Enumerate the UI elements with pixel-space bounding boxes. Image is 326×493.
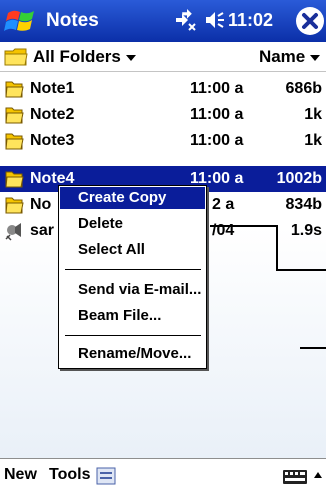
connectivity-icon[interactable] — [173, 8, 199, 32]
file-size: 834b — [285, 196, 322, 213]
folder-dropdown[interactable]: All Folders — [33, 47, 136, 67]
note-file-icon — [5, 133, 24, 150]
file-name: Note3 — [30, 132, 75, 149]
menu-item-delete[interactable]: Delete — [60, 213, 205, 235]
note-file-icon — [5, 197, 24, 214]
windows-start-icon[interactable] — [4, 5, 38, 37]
sort-dropdown[interactable]: Name — [259, 47, 320, 67]
file-time: 2 a — [212, 196, 235, 213]
command-bar: New Tools — [0, 458, 326, 493]
file-name: No — [30, 196, 52, 213]
new-menu[interactable]: New — [4, 466, 37, 484]
volume-icon[interactable] — [203, 9, 225, 31]
file-size: 686b — [285, 80, 322, 97]
menu-item-send-email[interactable]: Send via E-mail... — [60, 279, 205, 301]
folder-bar: All Folders Name — [0, 42, 326, 72]
menu-item-select-all[interactable]: Select All — [60, 239, 205, 261]
context-menu: Create Copy Delete Select All Send via E… — [58, 185, 207, 369]
list-item[interactable]: Note3 11:00 a 1k — [0, 128, 326, 154]
recording-toolbar-icon[interactable] — [96, 467, 116, 485]
keyboard-icon[interactable] — [282, 469, 308, 485]
list-item[interactable]: Note2 11:00 a 1k — [0, 102, 326, 128]
chevron-down-icon — [310, 55, 320, 61]
note-file-icon — [5, 107, 24, 124]
file-name: Note2 — [30, 106, 75, 123]
notes-app-screen: Notes 11:02 All Folders Name Note1 11:00… — [0, 0, 326, 493]
file-size: 1.9s — [290, 222, 322, 239]
file-size: 1002b — [276, 170, 322, 187]
close-button[interactable] — [296, 7, 324, 35]
close-icon — [297, 8, 323, 34]
callout-line — [210, 225, 278, 227]
note-file-icon — [5, 81, 24, 98]
clock[interactable]: 11:02 — [228, 10, 273, 31]
file-time: 11:00 a — [190, 80, 244, 97]
app-title: Notes — [46, 10, 99, 31]
menu-item-beam-file[interactable]: Beam File... — [60, 305, 205, 327]
note-file-icon — [5, 171, 24, 188]
file-size: 1k — [304, 106, 322, 123]
file-time: 11:00 a — [190, 106, 244, 123]
file-name: sar — [30, 222, 55, 239]
sound-file-icon — [5, 223, 21, 241]
menu-item-rename-move[interactable]: Rename/Move... — [60, 343, 205, 365]
callout-line — [300, 347, 326, 349]
menu-separator — [65, 335, 201, 336]
callout-line — [276, 225, 278, 271]
callout-line — [276, 269, 326, 271]
chevron-up-icon[interactable] — [313, 467, 323, 485]
file-size: 1k — [304, 132, 322, 149]
file-time: 11:00 a — [190, 132, 244, 149]
menu-separator — [65, 269, 201, 270]
chevron-down-icon — [125, 55, 136, 61]
list-item[interactable]: Note1 11:00 a 686b — [0, 76, 326, 102]
menu-item-create-copy[interactable]: Create Copy — [60, 187, 205, 209]
title-bar: Notes 11:02 — [0, 0, 326, 42]
folder-icon — [4, 48, 28, 66]
tools-menu[interactable]: Tools — [49, 466, 90, 484]
file-name: Note1 — [30, 80, 75, 97]
